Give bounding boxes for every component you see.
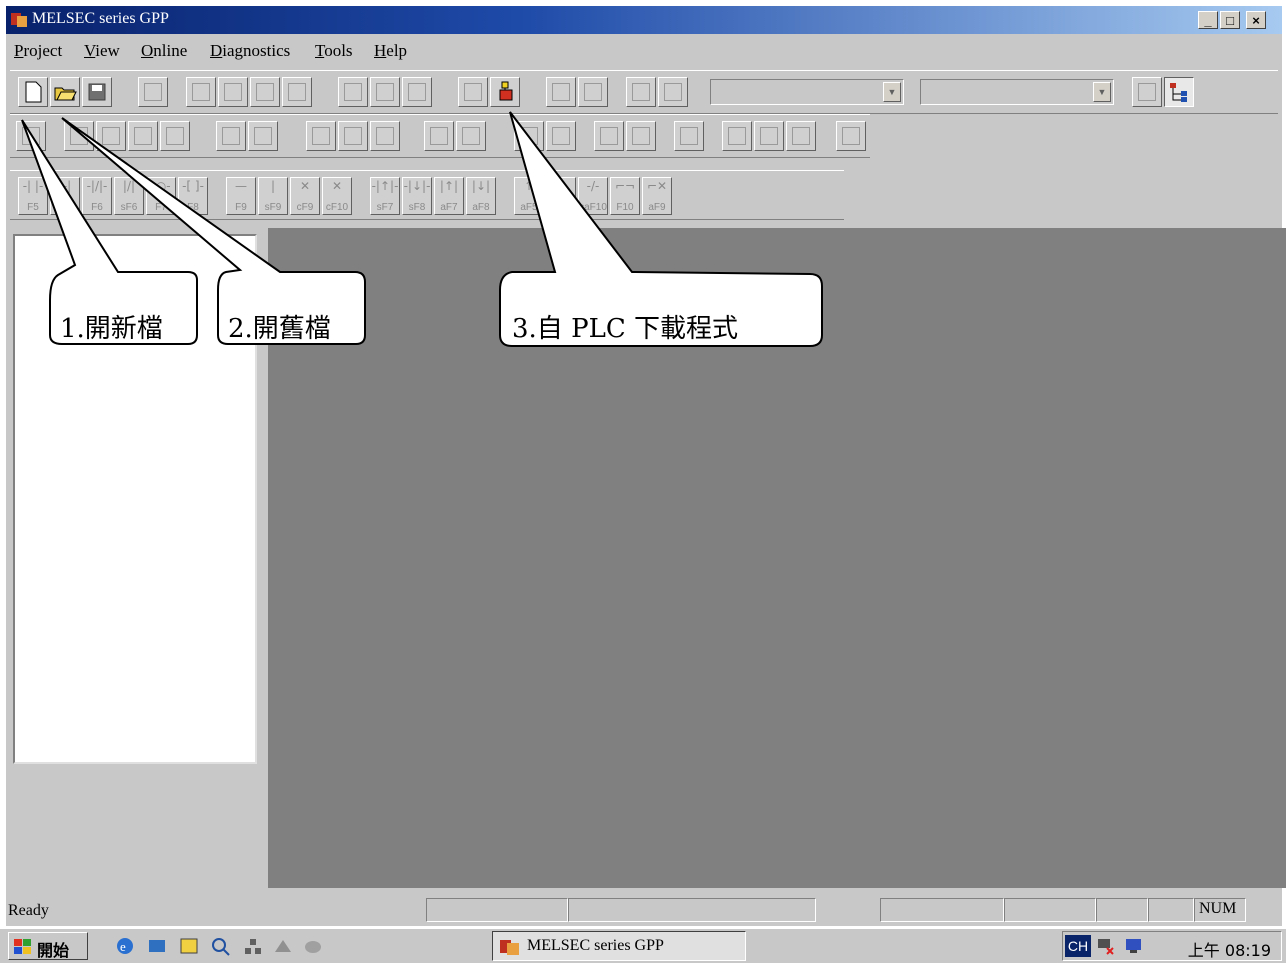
callout-open-file-text: 2.開舊檔 (228, 314, 331, 344)
taskbar-melsec-label: MELSEC series GPP (527, 937, 664, 954)
network-disconnected-icon[interactable] (1095, 936, 1117, 956)
search-icon[interactable] (210, 936, 232, 956)
tool-icon[interactable] (272, 936, 294, 956)
windows-logo-icon (14, 939, 31, 954)
taskbar: 開始 e MELSEC series GPP CH 上午 08:19 (0, 928, 1286, 963)
svg-text:e: e (120, 939, 126, 954)
explorer-icon[interactable] (146, 936, 168, 956)
taskbar-melsec-button[interactable]: MELSEC series GPP (492, 931, 746, 961)
start-label: 開始 (37, 941, 70, 960)
outlook-icon[interactable] (178, 936, 200, 956)
ime-indicator[interactable]: CH (1065, 935, 1091, 957)
ie-icon[interactable]: e (114, 936, 136, 956)
callout-layer (21, 111, 823, 347)
start-button[interactable]: 開始 (8, 932, 88, 960)
callout-read-plc-text: 3.自 PLC 下載程式 (512, 314, 738, 344)
callout-new-file-text: 1.開新檔 (60, 314, 163, 344)
app-icon[interactable] (302, 936, 324, 956)
clock: 上午 08:19 (1187, 941, 1271, 960)
melsec-app-icon (500, 940, 519, 955)
system-tray: CH 上午 08:19 (1062, 931, 1282, 961)
monitor-tray-icon[interactable] (1123, 936, 1145, 956)
network-icon[interactable] (242, 936, 264, 956)
